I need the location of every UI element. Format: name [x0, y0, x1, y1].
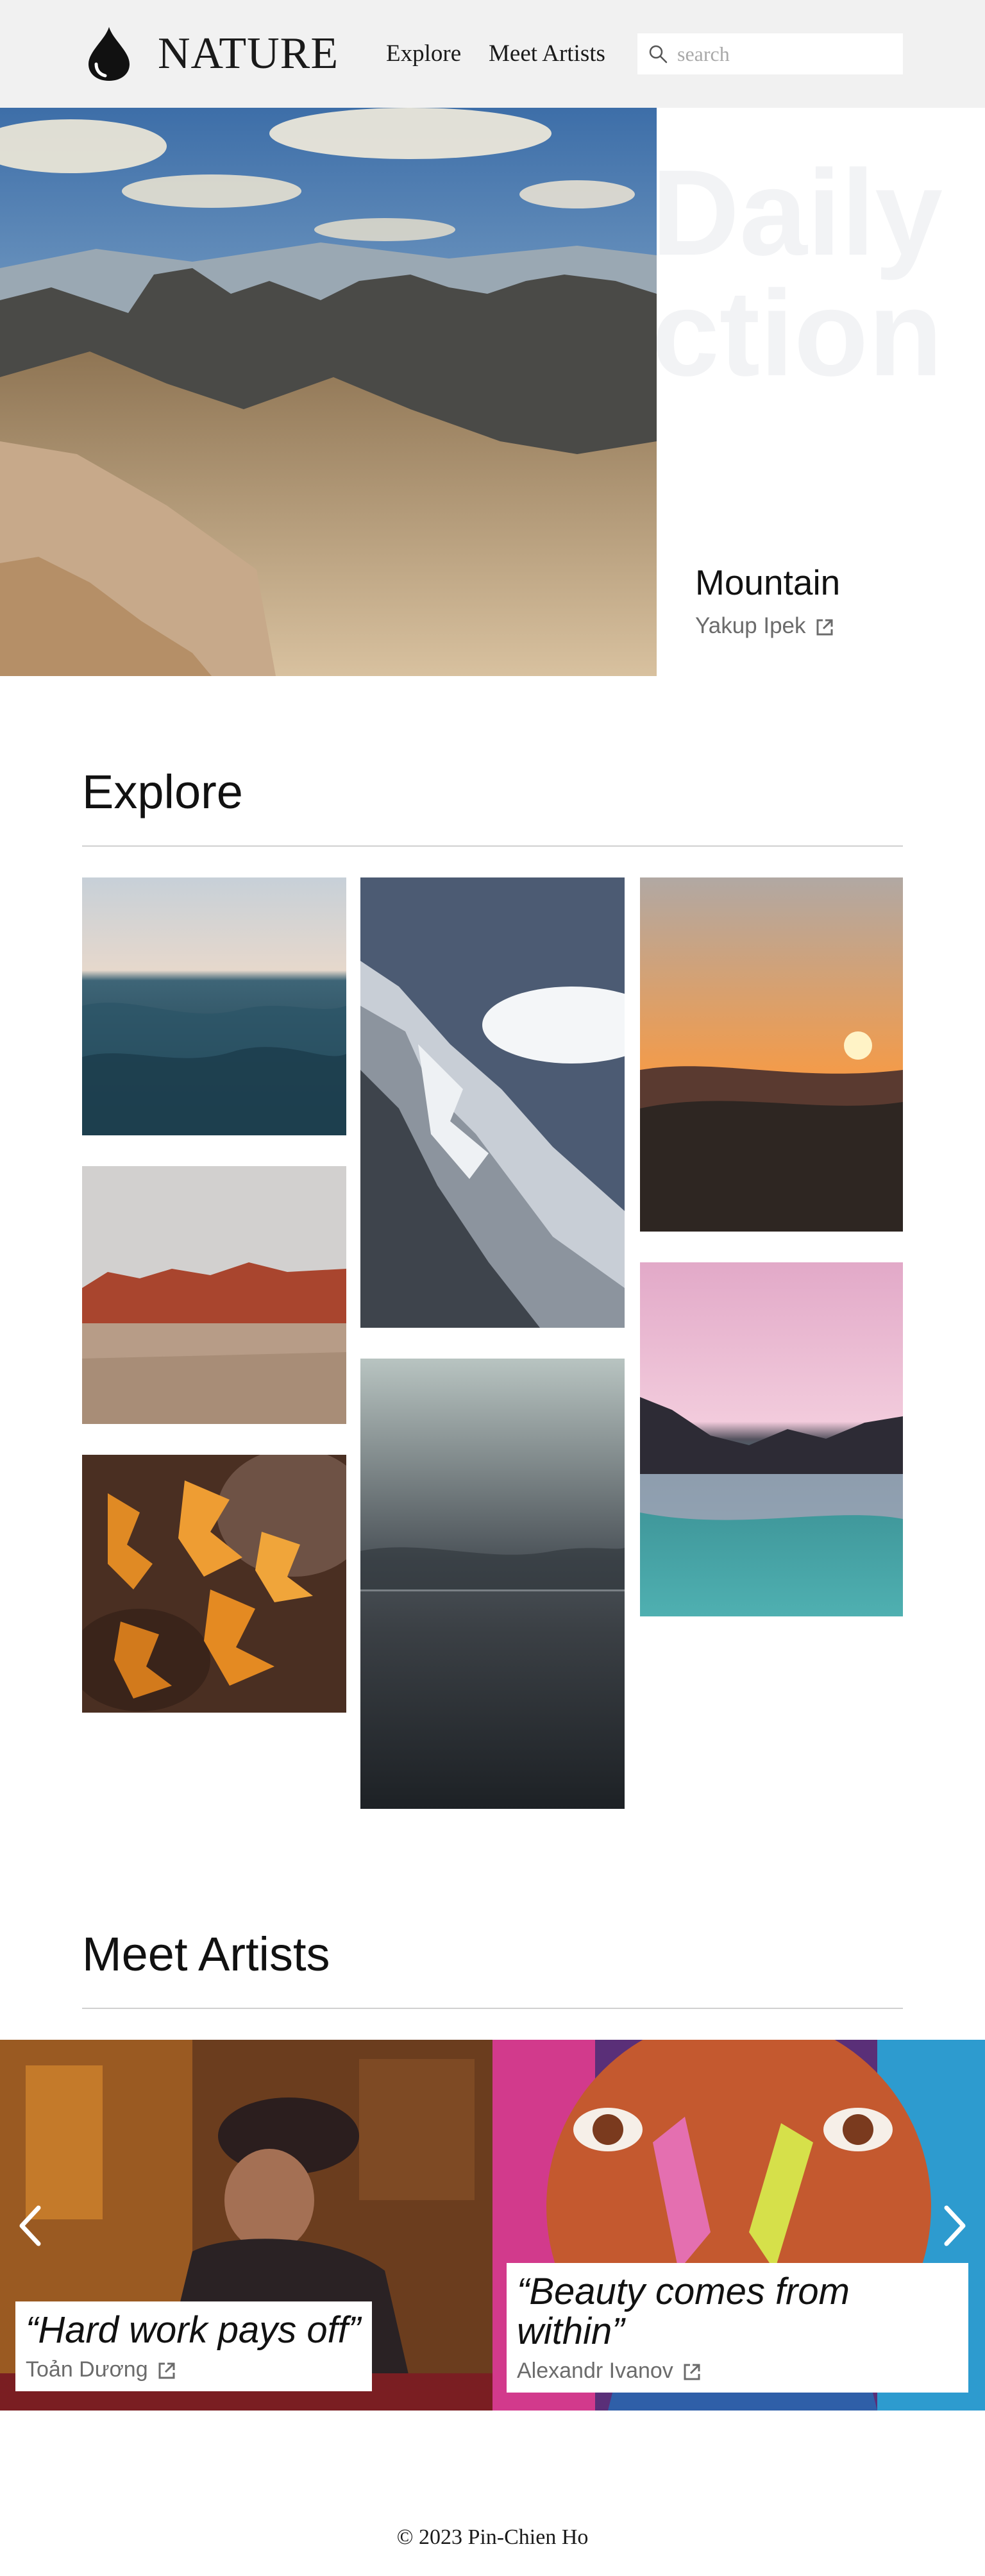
artist-card[interactable]: “Beauty comes from within” Alexandr Ivan… [492, 2040, 985, 2411]
search-box[interactable] [637, 33, 903, 74]
artist-author-link[interactable]: Toản Dương [26, 2354, 362, 2385]
nav-meet-artists-link[interactable]: Meet Artists [489, 38, 605, 69]
meet-artists-heading: Meet Artists [82, 1928, 330, 1981]
artist-author-link[interactable]: Alexandr Ivanov [517, 2355, 958, 2386]
nav-explore-link[interactable]: Explore [386, 38, 461, 69]
hero-title: Mountain [695, 563, 841, 602]
external-link-icon [816, 619, 833, 636]
photo-sunset-hills[interactable] [640, 877, 903, 1232]
hero-author-link[interactable]: Yakup Ipek [695, 612, 834, 640]
external-link-icon [684, 2364, 700, 2380]
photo-autumn-leaves[interactable] [82, 1455, 346, 1713]
search-icon [649, 45, 668, 64]
explore-heading: Explore [82, 765, 243, 818]
photo-red-rock-desert[interactable] [82, 1166, 346, 1424]
brand-name[interactable]: NATURE [158, 26, 339, 82]
hero-mountain-photo[interactable] [0, 108, 657, 676]
water-drop-logo-icon[interactable] [86, 26, 132, 82]
search-input[interactable] [677, 38, 895, 69]
photo-snowy-mountain[interactable] [360, 877, 625, 1328]
hero-bg-word-daily: Daily [657, 145, 943, 281]
artist-quote-box: “Beauty comes from within” Alexandr Ivan… [507, 2263, 968, 2393]
hero-author-name: Yakup Ipek [695, 613, 806, 638]
footer-copyright: © 2023 Pin-Chien Ho [396, 2525, 589, 2549]
artist-quote: “Beauty comes from within” [517, 2271, 850, 2352]
hero-bg-word-selection: Selection [657, 266, 943, 402]
artist-quote: “Hard work pays off” [26, 2309, 361, 2351]
carousel-prev-arrow-icon[interactable] [13, 2203, 49, 2249]
site-header: NATURE Explore Meet Artists [0, 0, 985, 108]
external-link-icon [158, 2362, 175, 2379]
photo-stormy-sea[interactable] [360, 1359, 625, 1809]
artist-author-name: Toản Dương [26, 2357, 148, 2382]
photo-sea-waves[interactable] [82, 877, 346, 1135]
artist-card[interactable]: “Hard work pays off” Toản Dương [0, 2040, 492, 2411]
carousel-next-arrow-icon[interactable] [936, 2203, 972, 2249]
artist-author-name: Alexandr Ivanov [517, 2359, 673, 2383]
artist-quote-box: “Hard work pays off” Toản Dương [15, 2301, 372, 2391]
meet-artists-divider [82, 2008, 903, 2009]
photo-pink-sky-lake[interactable] [640, 1262, 903, 1616]
explore-divider [82, 845, 903, 847]
